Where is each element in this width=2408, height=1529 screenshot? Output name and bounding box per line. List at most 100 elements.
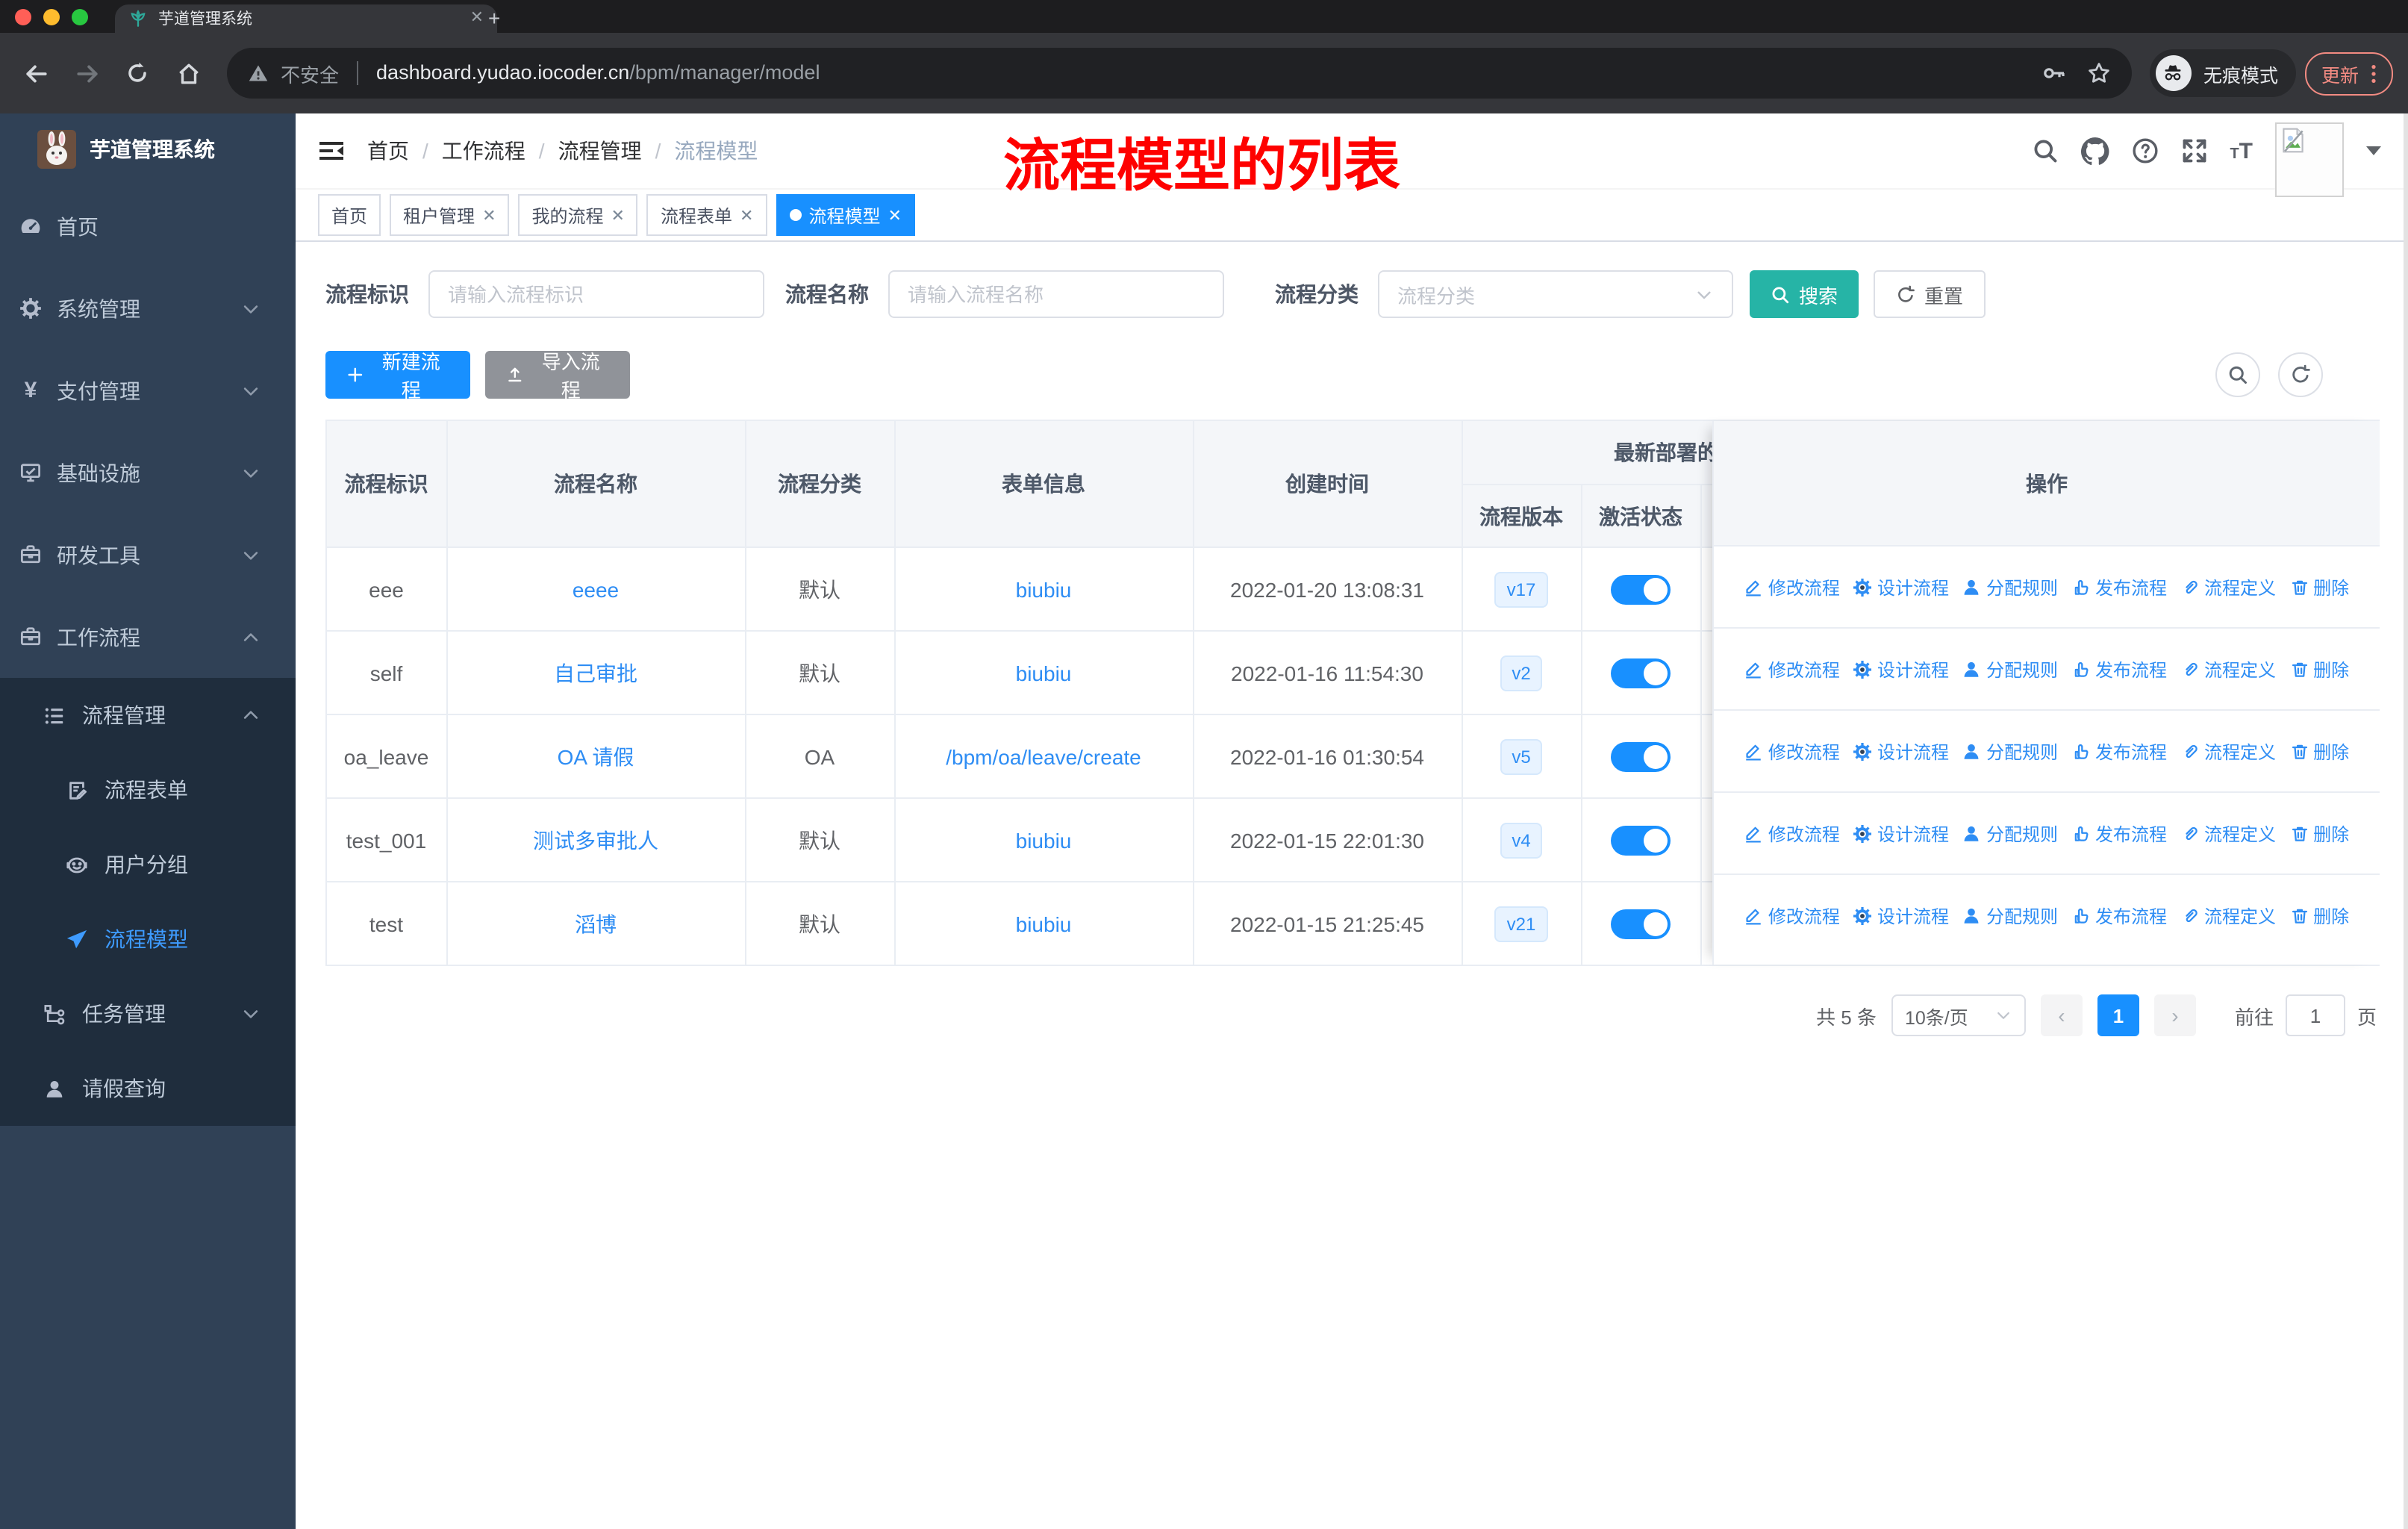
process-name-link[interactable]: 自己审批	[554, 661, 637, 685]
sidebar-item-infra[interactable]: 基础设施	[0, 432, 296, 514]
help-icon[interactable]	[2131, 137, 2158, 164]
active-state-toggle[interactable]	[1611, 741, 1671, 771]
process-name-link[interactable]: 测试多审批人	[533, 828, 658, 852]
address-bar[interactable]: 不安全 dashboard.yudao.iocoder.cn/bpm/manag…	[227, 48, 2132, 99]
font-size-icon[interactable]: TT	[2230, 138, 2253, 164]
form-info-link[interactable]: biubiu	[1016, 661, 1072, 685]
process-name-input[interactable]	[888, 270, 1224, 318]
sidebar-item-payment[interactable]: ¥ 支付管理	[0, 349, 296, 432]
active-state-toggle[interactable]	[1611, 909, 1671, 938]
create-process-button[interactable]: 新建流程	[325, 351, 470, 402]
process-name-link[interactable]: 滔博	[575, 912, 617, 935]
tag-process-form[interactable]: 流程表单 ✕	[646, 194, 767, 236]
assign-rule-link[interactable]: 分配规则	[1962, 656, 2058, 682]
active-state-toggle[interactable]	[1611, 658, 1671, 688]
process-definition-link[interactable]: 流程定义	[2180, 903, 2276, 929]
design-process-link[interactable]: 设计流程	[1853, 820, 1949, 846]
process-key-input[interactable]	[428, 270, 764, 318]
sidebar-item-user-group[interactable]: 用户分组	[0, 827, 296, 902]
deploy-process-link[interactable]: 发布流程	[2071, 820, 2167, 846]
active-state-toggle[interactable]	[1611, 574, 1671, 604]
maximize-window-button[interactable]	[72, 8, 88, 25]
page-scrollbar[interactable]	[2404, 113, 2408, 1529]
sidebar-item-system[interactable]: 系统管理	[0, 267, 296, 349]
reload-button[interactable]	[116, 52, 158, 94]
tag-process-model[interactable]: 流程模型 ✕	[776, 194, 915, 236]
github-icon[interactable]	[2080, 137, 2109, 165]
tag-close-icon[interactable]: ✕	[740, 205, 753, 225]
edit-process-link[interactable]: 修改流程	[1744, 903, 1840, 929]
tag-close-icon[interactable]: ✕	[482, 205, 496, 225]
version-badge[interactable]: v4	[1500, 822, 1543, 858]
process-definition-link[interactable]: 流程定义	[2180, 820, 2276, 846]
minimize-window-button[interactable]	[43, 8, 60, 25]
form-info-link[interactable]: biubiu	[1016, 912, 1072, 935]
fullscreen-icon[interactable]	[2180, 137, 2207, 164]
next-page-button[interactable]: ›	[2153, 994, 2196, 1036]
version-badge[interactable]: v2	[1500, 655, 1543, 691]
tag-close-icon[interactable]: ✕	[888, 205, 901, 225]
search-icon[interactable]	[2031, 137, 2058, 164]
edit-process-link[interactable]: 修改流程	[1744, 738, 1840, 764]
sidebar-item-task-mgmt[interactable]: 任务管理	[0, 977, 296, 1051]
version-badge[interactable]: v5	[1500, 738, 1543, 774]
show-search-toggle-button[interactable]	[2215, 352, 2260, 397]
close-window-button[interactable]	[15, 8, 31, 25]
sidebar-item-home[interactable]: 首页	[0, 185, 296, 267]
sidebar-logo[interactable]: 芋道管理系统	[0, 113, 296, 185]
process-definition-link[interactable]: 流程定义	[2180, 738, 2276, 764]
sidebar-item-leave-query[interactable]: 请假查询	[0, 1051, 296, 1126]
browser-tab[interactable]: 芋道管理系统 ✕	[115, 4, 497, 33]
refresh-table-button[interactable]	[2278, 352, 2323, 397]
caret-down-icon[interactable]	[2366, 146, 2381, 155]
design-process-link[interactable]: 设计流程	[1853, 656, 1949, 682]
design-process-link[interactable]: 设计流程	[1853, 903, 1949, 929]
forward-button[interactable]	[66, 52, 107, 94]
page-size-select[interactable]: 10条/页	[1891, 994, 2026, 1036]
edit-process-link[interactable]: 修改流程	[1744, 574, 1840, 600]
goto-page-input[interactable]	[2285, 994, 2345, 1036]
sidebar-collapse-icon[interactable]	[296, 139, 367, 163]
assign-rule-link[interactable]: 分配规则	[1962, 574, 2058, 600]
reset-button[interactable]: 重置	[1874, 270, 1986, 318]
deploy-process-link[interactable]: 发布流程	[2071, 574, 2167, 600]
edit-process-link[interactable]: 修改流程	[1744, 820, 1840, 846]
process-name-link[interactable]: OA 请假	[558, 744, 634, 768]
delete-process-link[interactable]: 删除	[2289, 656, 2349, 682]
sidebar-item-devtools[interactable]: 研发工具	[0, 514, 296, 596]
process-definition-link[interactable]: 流程定义	[2180, 656, 2276, 682]
version-badge[interactable]: v21	[1494, 906, 1548, 941]
sidebar-item-workflow[interactable]: 工作流程	[0, 596, 296, 678]
breadcrumb-workflow[interactable]: 工作流程	[442, 136, 525, 166]
new-tab-button[interactable]: +	[488, 6, 500, 30]
current-page-button[interactable]: 1	[2097, 994, 2139, 1036]
deploy-process-link[interactable]: 发布流程	[2071, 903, 2167, 929]
prev-page-button[interactable]: ‹	[2040, 994, 2083, 1036]
tag-home[interactable]: 首页	[318, 194, 381, 236]
delete-process-link[interactable]: 删除	[2289, 574, 2349, 600]
form-info-link[interactable]: biubiu	[1016, 828, 1072, 852]
form-info-link[interactable]: /bpm/oa/leave/create	[946, 744, 1141, 768]
delete-process-link[interactable]: 删除	[2289, 820, 2349, 846]
sidebar-item-process-model[interactable]: 流程模型	[0, 902, 296, 977]
bookmark-star-icon[interactable]	[2087, 61, 2111, 85]
form-info-link[interactable]: biubiu	[1016, 577, 1072, 601]
deploy-process-link[interactable]: 发布流程	[2071, 738, 2167, 764]
breadcrumb-process-mgmt[interactable]: 流程管理	[558, 136, 642, 166]
tag-my-process[interactable]: 我的流程 ✕	[518, 194, 638, 236]
active-state-toggle[interactable]	[1611, 825, 1671, 855]
delete-process-link[interactable]: 删除	[2289, 903, 2349, 929]
browser-update-button[interactable]: 更新	[2304, 52, 2393, 95]
home-button[interactable]	[167, 52, 209, 94]
tab-close-icon[interactable]: ✕	[470, 10, 484, 27]
browser-menu-dots-icon[interactable]	[2371, 62, 2377, 84]
edit-process-link[interactable]: 修改流程	[1744, 656, 1840, 682]
deploy-process-link[interactable]: 发布流程	[2071, 656, 2167, 682]
version-badge[interactable]: v17	[1494, 571, 1548, 607]
tag-close-icon[interactable]: ✕	[611, 205, 625, 225]
sidebar-item-process-form[interactable]: 流程表单	[0, 753, 296, 827]
import-process-button[interactable]: 导入流程	[485, 351, 630, 402]
assign-rule-link[interactable]: 分配规则	[1962, 903, 2058, 929]
window-controls[interactable]	[15, 8, 88, 25]
assign-rule-link[interactable]: 分配规则	[1962, 738, 2058, 764]
